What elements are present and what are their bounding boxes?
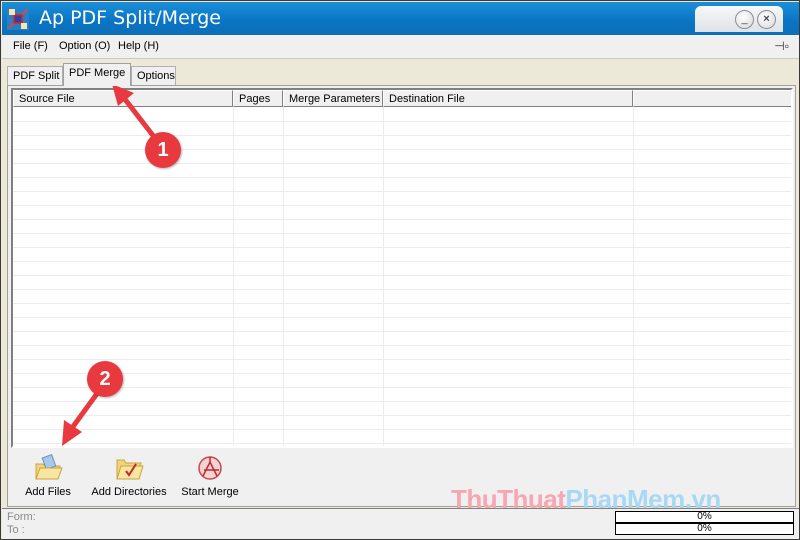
tab-pdf-merge[interactable]: PDF Merge — [63, 63, 131, 86]
annotation-badge-2: 2 — [87, 361, 123, 397]
annotation-badge-1: 1 — [145, 132, 181, 168]
arrow-1 — [112, 84, 161, 145]
